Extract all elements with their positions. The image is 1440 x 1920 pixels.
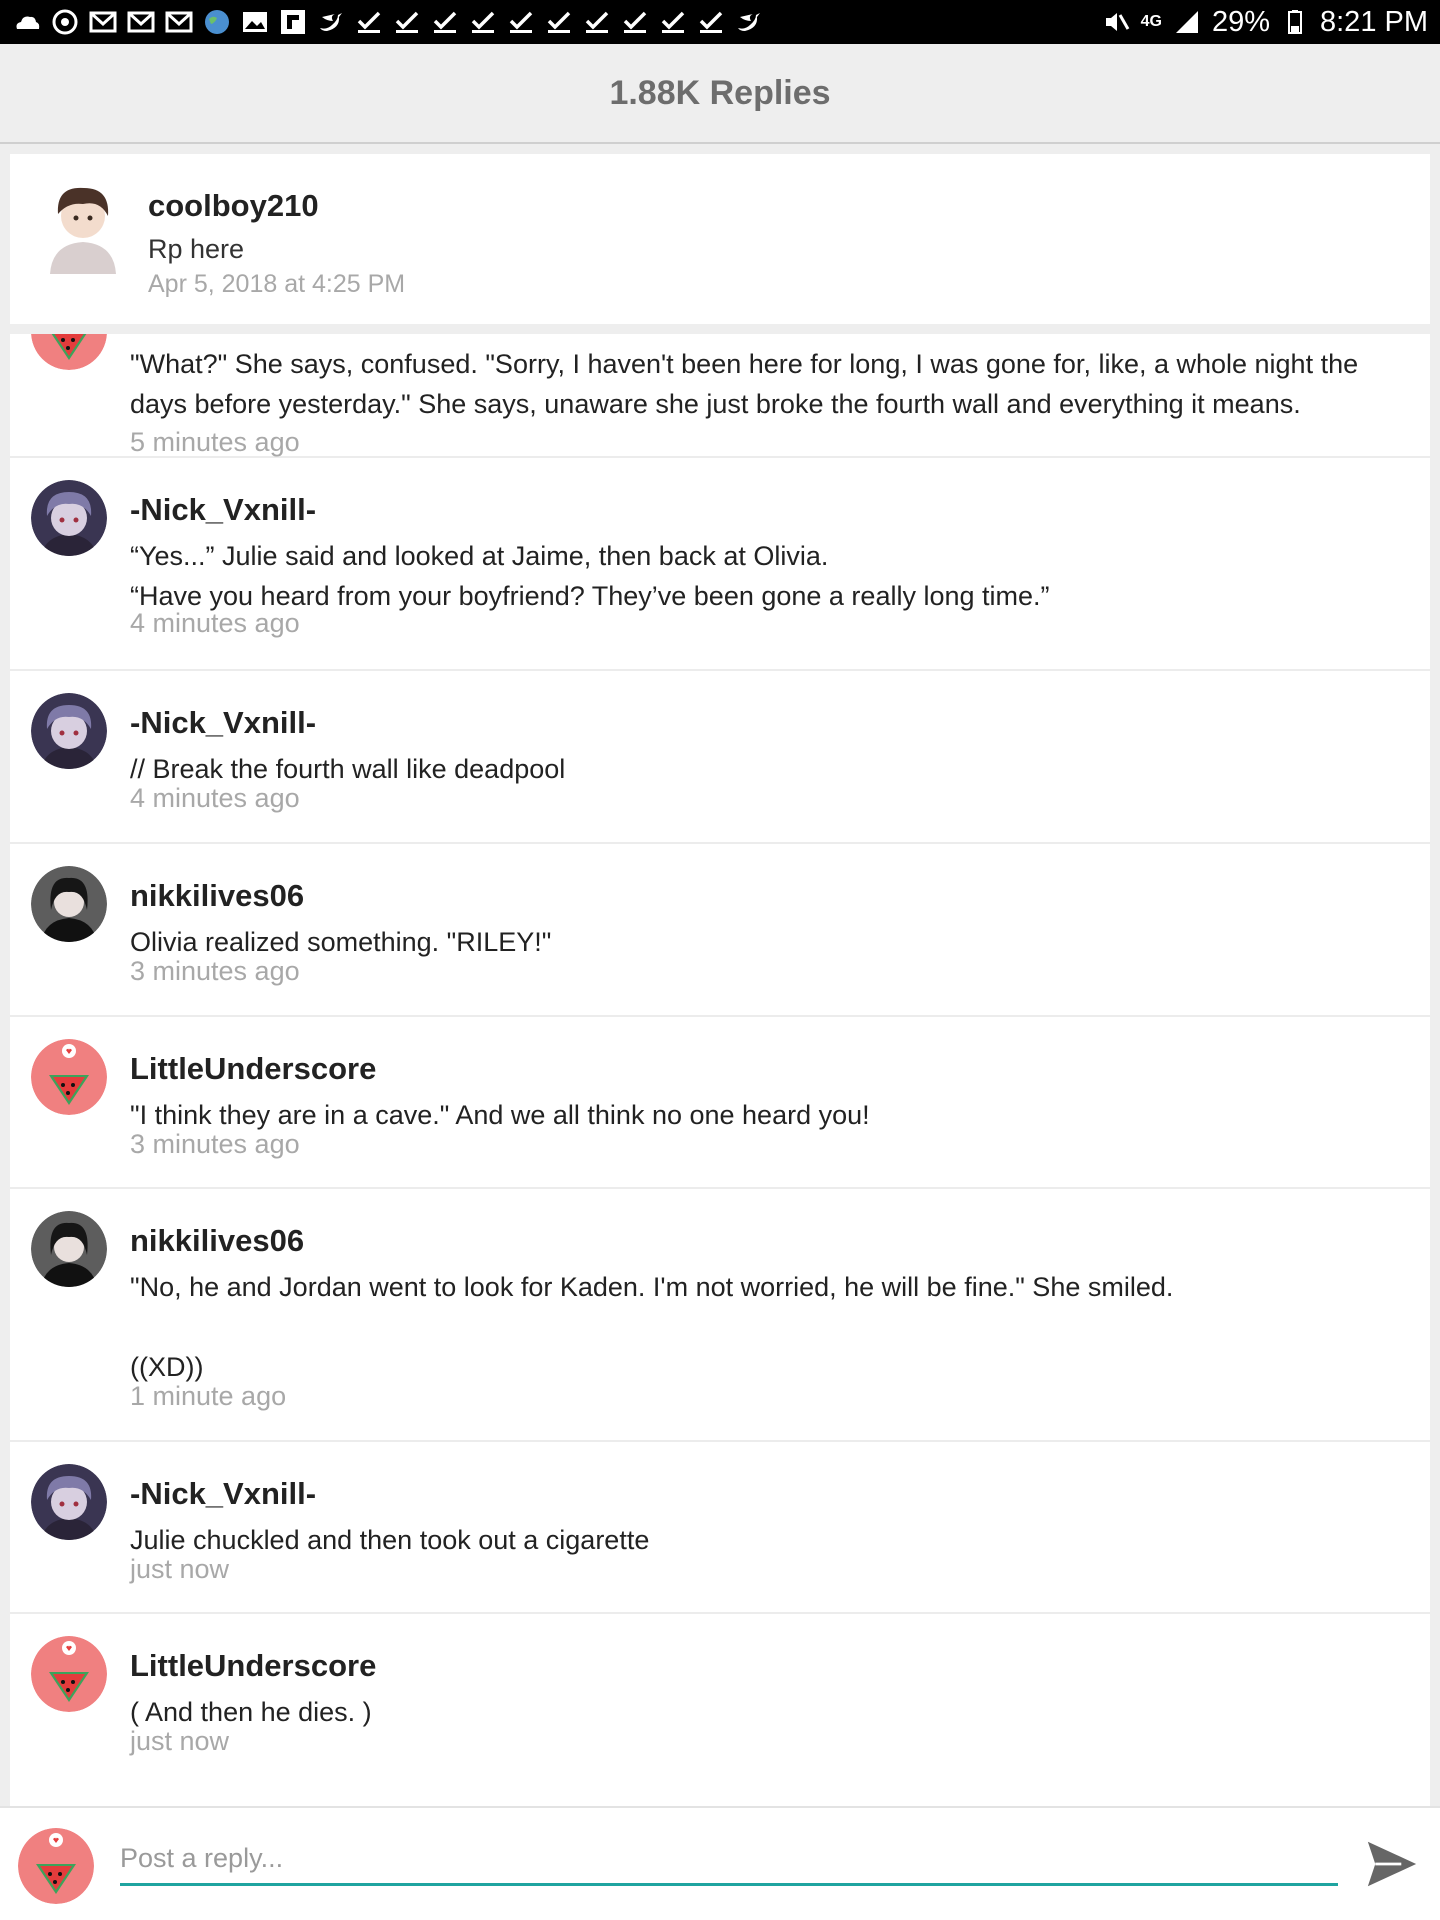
earth-icon — [202, 8, 232, 36]
reply-text: ( And then he dies. ) — [130, 1697, 372, 1727]
battery-percent: 29% — [1211, 5, 1270, 38]
reply-time: just now — [130, 1726, 230, 1756]
avatar[interactable] — [31, 1464, 107, 1540]
reply-item[interactable]: -Nick_Vxnill- Julie chuckled and then to… — [10, 1442, 1430, 1614]
post-date: Apr 5, 2018 at 4:25 PM — [148, 270, 406, 298]
gallery-icon — [240, 8, 270, 36]
status-bar: 4G 29% 8:21 PM — [0, 0, 1440, 44]
battery-icon — [1280, 8, 1310, 36]
avatar[interactable] — [31, 1211, 107, 1287]
reply-time: just now — [130, 1554, 230, 1584]
flipboard-icon — [278, 8, 308, 36]
replies-list[interactable]: "What?" She says, confused. "Sorry, I ha… — [10, 334, 1430, 1806]
reply-text: “Yes...” Julie said and looked at Jaime,… — [130, 541, 1050, 611]
reply-item[interactable]: "What?" She says, confused. "Sorry, I ha… — [10, 334, 1430, 458]
reply-time: 3 minutes ago — [130, 956, 300, 986]
reply-text: "I think they are in a cave." And we all… — [130, 1100, 870, 1130]
post-text: Rp here — [148, 234, 245, 264]
reply-author[interactable]: nikkilives06 — [130, 1223, 304, 1259]
reply-item[interactable]: nikkilives06 Olivia realized something. … — [10, 844, 1430, 1017]
reply-composer — [0, 1806, 1440, 1920]
system-status: 4G 29% 8:21 PM — [1101, 6, 1428, 39]
gmail-icon — [164, 8, 194, 36]
clock: 8:21 PM — [1320, 5, 1428, 38]
reply-text: Julie chuckled and then took out a cigar… — [130, 1525, 650, 1555]
reply-item[interactable]: -Nick_Vxnill- “Yes...” Julie said and lo… — [10, 458, 1430, 671]
reply-author[interactable]: -Nick_Vxnill- — [130, 1476, 316, 1512]
send-button[interactable] — [1362, 1836, 1422, 1892]
avatar[interactable] — [31, 480, 107, 556]
gmail-icon — [88, 8, 118, 36]
send-icon — [1367, 1841, 1417, 1887]
reply-item[interactable]: LittleUnderscore "I think they are in a … — [10, 1017, 1430, 1189]
signal-icon — [1172, 8, 1202, 36]
check-icon — [506, 8, 536, 36]
reply-text: "No, he and Jordan went to look for Kade… — [130, 1272, 1174, 1382]
mute-icon — [1101, 8, 1131, 36]
replies-header: 1.88K Replies — [0, 44, 1440, 144]
reply-text: // Break the fourth wall like deadpool — [130, 754, 566, 784]
twitter-icon — [316, 8, 346, 36]
reply-author[interactable]: LittleUnderscore — [130, 1648, 376, 1684]
avatar[interactable] — [31, 334, 107, 370]
reply-author[interactable]: -Nick_Vxnill- — [130, 492, 316, 528]
check-icon — [620, 8, 650, 36]
reply-author[interactable]: LittleUnderscore — [130, 1051, 376, 1087]
reply-author[interactable]: nikkilives06 — [130, 878, 304, 914]
avatar[interactable] — [31, 1636, 107, 1712]
check-icon — [658, 8, 688, 36]
original-post-card[interactable]: coolboy210 Rp here Apr 5, 2018 at 4:25 P… — [10, 154, 1430, 324]
reply-time: 4 minutes ago — [130, 608, 300, 638]
reply-time: 1 minute ago — [130, 1381, 287, 1411]
page-title: 1.88K Replies — [609, 73, 831, 112]
avatar[interactable] — [31, 693, 107, 769]
cloud-icon — [12, 8, 42, 36]
reply-time: 3 minutes ago — [130, 1129, 300, 1159]
network-type: 4G — [1140, 13, 1162, 30]
avatar[interactable] — [40, 174, 126, 274]
reply-author[interactable]: -Nick_Vxnill- — [130, 705, 316, 741]
reply-time: 4 minutes ago — [130, 783, 300, 813]
reply-item[interactable]: -Nick_Vxnill- // Break the fourth wall l… — [10, 671, 1430, 844]
check-icon — [696, 8, 726, 36]
check-icon — [468, 8, 498, 36]
check-icon — [544, 8, 574, 36]
check-icon — [354, 8, 384, 36]
reply-text: Olivia realized something. "RILEY!" — [130, 927, 552, 957]
check-icon — [392, 8, 422, 36]
gmail-icon — [126, 8, 156, 36]
check-icon — [430, 8, 460, 36]
reply-input[interactable] — [120, 1834, 1338, 1886]
reply-item[interactable]: nikkilives06 "No, he and Jordan went to … — [10, 1189, 1430, 1442]
notification-icons — [12, 8, 764, 36]
avatar[interactable] — [18, 1828, 94, 1904]
check-icon — [582, 8, 612, 36]
reply-item[interactable]: LittleUnderscore ( And then he dies. ) j… — [10, 1614, 1430, 1806]
avatar[interactable] — [31, 1039, 107, 1115]
chrome-icon — [50, 8, 80, 36]
reply-text: "What?" She says, confused. "Sorry, I ha… — [130, 349, 1359, 419]
twitter-icon — [734, 8, 764, 36]
avatar[interactable] — [31, 866, 107, 942]
post-author[interactable]: coolboy210 — [148, 188, 319, 224]
reply-time: 5 minutes ago — [130, 427, 300, 457]
